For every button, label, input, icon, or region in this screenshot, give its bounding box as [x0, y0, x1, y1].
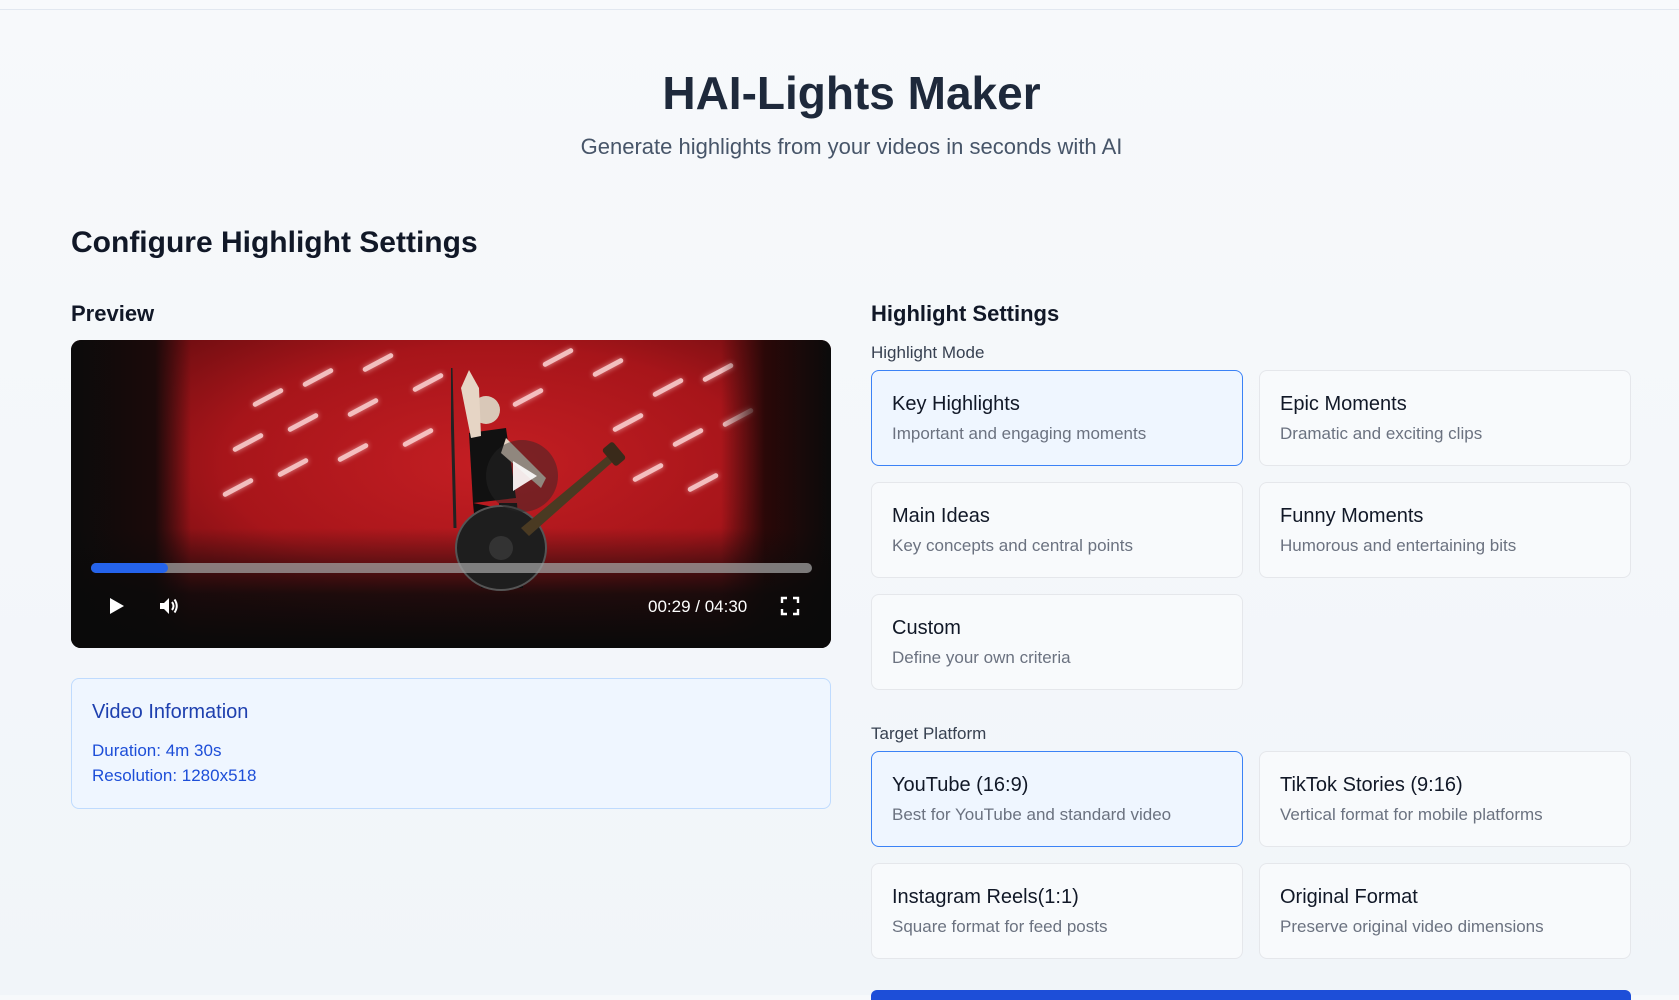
mode-card-custom[interactable]: Custom Define your own criteria [871, 594, 1243, 690]
video-information-panel: Video Information Duration: 4m 30s Resol… [71, 678, 831, 809]
time-display: 00:29 / 04:30 [648, 597, 748, 616]
platform-card-desc: Vertical format for mobile platforms [1280, 805, 1543, 824]
mode-card-key-highlights[interactable]: Key Highlights Important and engaging mo… [871, 370, 1243, 466]
platform-card-tiktok[interactable]: TikTok Stories (9:16) Vertical format fo… [1259, 751, 1631, 847]
top-divider [0, 0, 1679, 10]
platform-card-desc: Best for YouTube and standard video [892, 805, 1172, 824]
fullscreen-icon[interactable] [779, 595, 801, 617]
volume-icon[interactable] [157, 594, 181, 618]
mode-card-title: Key Highlights [892, 393, 1020, 415]
mode-card-main-ideas[interactable]: Main Ideas Key concepts and central poin… [871, 482, 1243, 578]
platform-card-title: YouTube (16:9) [892, 774, 1029, 796]
section-title: Configure Highlight Settings [71, 226, 478, 259]
platform-card-desc: Square format for feed posts [892, 917, 1108, 936]
platform-card-title: TikTok Stories (9:16) [1280, 774, 1463, 796]
highlight-settings-title: Highlight Settings [871, 301, 1060, 326]
play-icon[interactable] [105, 595, 127, 617]
platform-card-youtube[interactable]: YouTube (16:9) Best for YouTube and stan… [871, 751, 1243, 847]
mode-card-desc: Important and engaging moments [892, 424, 1147, 443]
page-subtitle: Generate highlights from your videos in … [580, 134, 1123, 159]
platform-card-title: Instagram Reels(1:1) [892, 886, 1079, 908]
preview-title: Preview [71, 301, 155, 326]
mode-card-desc: Humorous and entertaining bits [1280, 536, 1517, 555]
mode-card-epic-moments[interactable]: Epic Moments Dramatic and exciting clips [1259, 370, 1631, 466]
generate-button[interactable] [871, 990, 1631, 1000]
video-progress-bar[interactable] [91, 563, 812, 573]
video-resolution: Resolution: 1280x518 [92, 766, 257, 785]
platform-card-title: Original Format [1280, 886, 1418, 908]
play-icon [513, 461, 537, 491]
video-duration: Duration: 4m 30s [92, 741, 222, 760]
mode-card-desc: Define your own criteria [892, 648, 1071, 667]
target-platform-label: Target Platform [871, 724, 987, 743]
mode-card-title: Custom [892, 617, 961, 639]
page-title: HAI-Lights Maker [662, 67, 1041, 119]
play-overlay-button[interactable] [486, 440, 558, 512]
mode-card-desc: Key concepts and central points [892, 536, 1133, 555]
highlight-mode-label: Highlight Mode [871, 343, 985, 362]
video-progress-fill [91, 563, 169, 573]
mode-card-desc: Dramatic and exciting clips [1280, 424, 1483, 443]
video-player[interactable]: 00:29 / 04:30 [71, 340, 831, 648]
mode-card-title: Main Ideas [892, 505, 990, 527]
video-information-title: Video Information [92, 701, 249, 723]
mode-card-title: Epic Moments [1280, 393, 1407, 415]
mode-card-title: Funny Moments [1280, 505, 1424, 527]
platform-card-original[interactable]: Original Format Preserve original video … [1259, 863, 1631, 959]
platform-card-desc: Preserve original video dimensions [1280, 917, 1544, 936]
platform-card-instagram[interactable]: Instagram Reels(1:1) Square format for f… [871, 863, 1243, 959]
mode-card-funny-moments[interactable]: Funny Moments Humorous and entertaining … [1259, 482, 1631, 578]
